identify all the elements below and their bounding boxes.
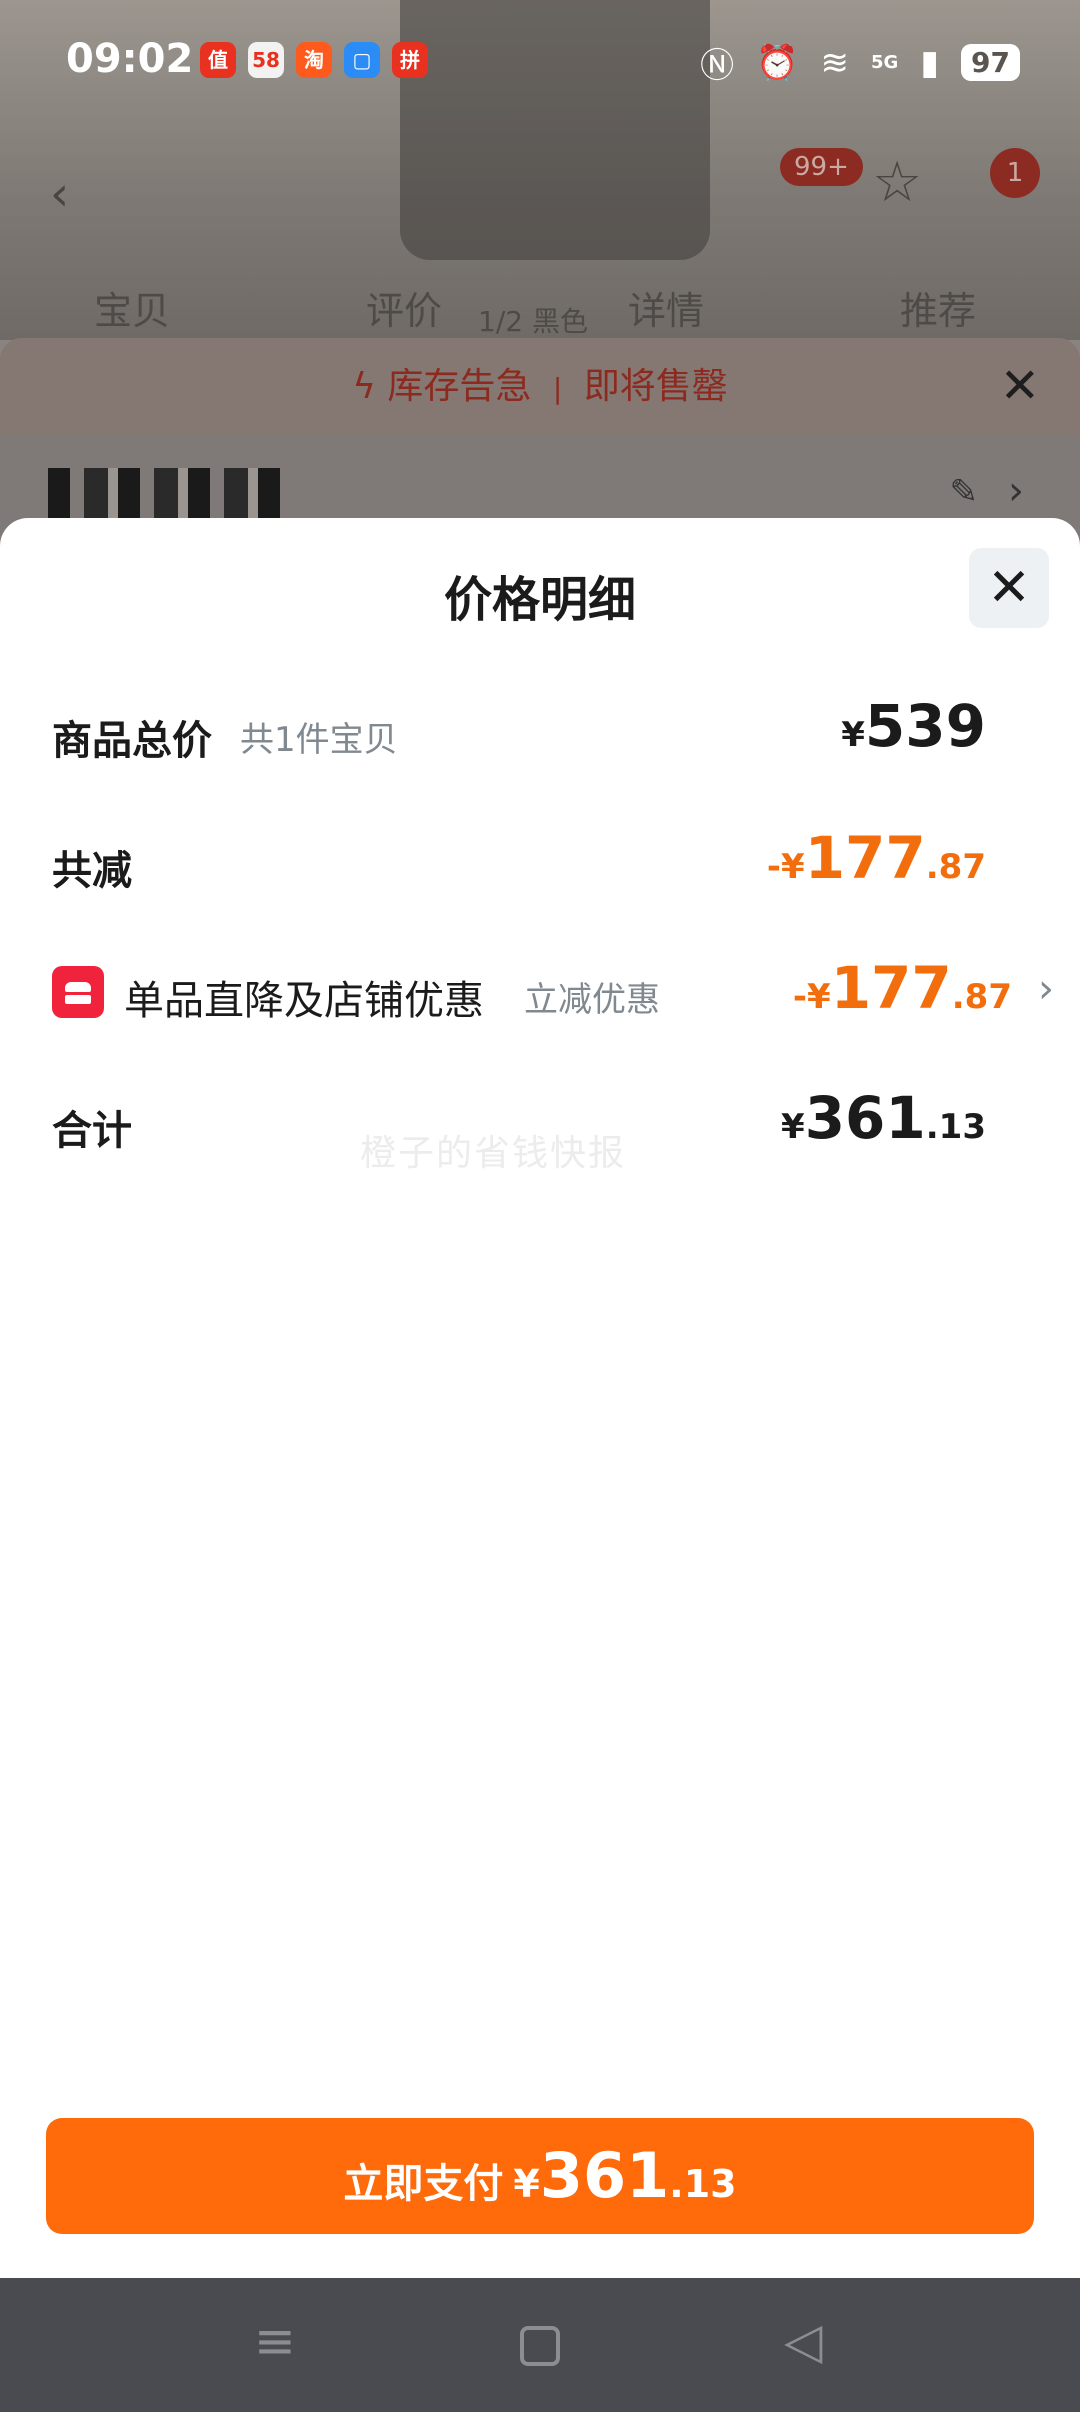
total-reduction-row: 共减 -¥177.87 bbox=[52, 818, 1042, 908]
58-app-icon: 58 bbox=[248, 42, 284, 78]
goods-count: 共1件宝贝 bbox=[240, 720, 398, 760]
status-bar: 09:02 值 58 淘 ▢ 拼 Ⓝ ⏰ ≋ 5G ▮ 97 bbox=[0, 0, 1080, 122]
files-app-icon: ▢ bbox=[344, 42, 380, 78]
image-counter: 1/2 黑色 bbox=[478, 305, 588, 338]
discount-sub: 立减优惠 bbox=[524, 980, 660, 1020]
status-indicators: Ⓝ ⏰ ≋ 5G ▮ 97 bbox=[700, 38, 1020, 87]
pay-button-int: 361 bbox=[539, 2139, 670, 2212]
tab-tuijian: 推荐 bbox=[900, 289, 977, 333]
discount-amount: -¥177.87 bbox=[792, 954, 1012, 1022]
pay-button-dec: .13 bbox=[669, 2162, 737, 2206]
discount-row[interactable]: 单品直降及店铺优惠 立减优惠 -¥177.87 › bbox=[52, 948, 1054, 1038]
price-detail-sheet: 价格明细 ✕ 商品总价 共1件宝贝 ¥539 共减 -¥177.87 单品直降及… bbox=[0, 518, 1080, 2278]
goods-total-label: 商品总价 bbox=[52, 718, 212, 764]
goods-total-row: 商品总价 共1件宝贝 ¥539 bbox=[52, 688, 1042, 778]
stock-alert-text: 库存告急 bbox=[387, 366, 532, 407]
back-icon: ‹ bbox=[50, 166, 70, 222]
stock-alert-banner: ϟ 库存告急 | 即将售罄 bbox=[0, 338, 1080, 436]
stock-alert-text-2: 即将售罄 bbox=[583, 366, 728, 407]
goods-total-amount: ¥539 bbox=[841, 692, 986, 760]
pay-button-yen: ¥ bbox=[513, 2162, 540, 2206]
zhi-app-icon: 值 bbox=[200, 42, 236, 78]
cart-badge: 99+ bbox=[780, 148, 863, 186]
tab-baobei: 宝贝 bbox=[94, 289, 171, 333]
battery-indicator: 97 bbox=[961, 44, 1020, 81]
background-tabs: 宝贝 评价 1/2 黑色 详情 推荐 bbox=[0, 272, 1080, 342]
stock-divider: | bbox=[552, 372, 563, 405]
alarm-icon: ⏰ bbox=[756, 42, 799, 83]
sum-amount: ¥361.13 bbox=[781, 1084, 986, 1152]
home-icon[interactable] bbox=[520, 2326, 560, 2366]
pinduoduo-app-icon: 拼 bbox=[392, 42, 428, 78]
nfc-icon: Ⓝ bbox=[700, 46, 735, 86]
stock-close-icon[interactable]: ✕ bbox=[1000, 356, 1040, 416]
tab-xiangqing: 详情 bbox=[628, 289, 705, 333]
status-time: 09:02 bbox=[66, 36, 194, 82]
watermark: 橙子的省钱快报 bbox=[360, 1133, 627, 1174]
signal-icon: ▮ bbox=[920, 42, 940, 83]
total-reduction-label: 共减 bbox=[52, 848, 132, 894]
tab-pingjia: 评价 bbox=[366, 289, 443, 333]
favorite-star-icon: ☆ bbox=[872, 150, 923, 215]
taobao-app-icon: 淘 bbox=[296, 42, 332, 78]
discount-label: 单品直降及店铺优惠 bbox=[124, 978, 484, 1024]
lightning-icon: ϟ bbox=[352, 366, 376, 407]
chevron-right-icon[interactable]: › bbox=[1008, 468, 1024, 514]
message-badge: 1 bbox=[990, 148, 1040, 198]
pay-now-button[interactable]: 立即支付 ¥361.13 bbox=[46, 2118, 1034, 2234]
menu-icon[interactable]: ≡ bbox=[254, 2312, 296, 2370]
shop-icon bbox=[52, 966, 104, 1018]
chevron-right-icon: › bbox=[1038, 966, 1054, 1012]
pixelated-address bbox=[48, 468, 288, 518]
wifi-icon: ≋ bbox=[820, 42, 850, 83]
system-nav-bar: ≡ ◁ bbox=[0, 2278, 1080, 2412]
network-type: 5G bbox=[871, 52, 899, 73]
close-button[interactable]: ✕ bbox=[969, 548, 1049, 628]
notification-app-icons: 值 58 淘 ▢ 拼 bbox=[200, 42, 428, 78]
sheet-title: 价格明细 bbox=[443, 572, 636, 628]
back-triangle-icon[interactable]: ◁ bbox=[784, 2312, 822, 2370]
pay-button-label: 立即支付 bbox=[343, 2161, 504, 2207]
sum-label: 合计 bbox=[52, 1108, 132, 1154]
edit-icon[interactable]: ✎ bbox=[950, 472, 979, 512]
total-reduction-amount: -¥177.87 bbox=[766, 824, 986, 892]
